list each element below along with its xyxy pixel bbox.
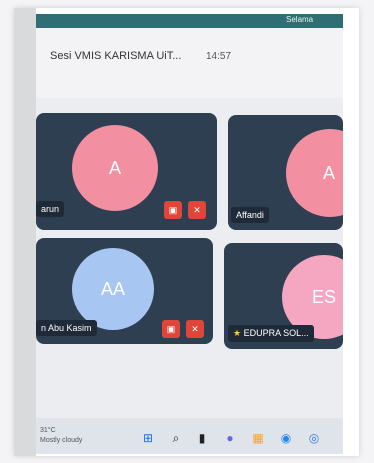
participant-tile[interactable]: A arun ▣ ✕ bbox=[36, 113, 217, 230]
meeting-title: Sesi VMIS KARISMA UiT... bbox=[50, 50, 182, 62]
participant-tile[interactable]: A Affandi bbox=[228, 115, 343, 230]
windows-start-icon[interactable]: ⊞ bbox=[140, 430, 156, 446]
participant-tile[interactable]: ES ★ EDUPRA SOL... bbox=[224, 243, 343, 349]
mic-off-icon[interactable]: ✕ bbox=[186, 320, 204, 338]
avatar-initials: A bbox=[322, 162, 335, 183]
weather-desc: Mostly cloudy bbox=[40, 437, 83, 444]
participant-tile[interactable]: AA n Abu Kasim ▣ ✕ bbox=[36, 238, 213, 344]
camera-off-icon[interactable]: ▣ bbox=[162, 320, 180, 338]
participant-name: Affandi bbox=[231, 207, 269, 223]
participant-name: n Abu Kasim bbox=[36, 320, 97, 336]
mic-off-icon[interactable]: ✕ bbox=[188, 201, 206, 219]
teams-icon[interactable]: ◎ bbox=[306, 430, 322, 446]
monitor-bezel bbox=[14, 8, 36, 456]
participant-name: arun bbox=[36, 201, 65, 217]
status-strip-text: Selama bbox=[286, 15, 314, 24]
top-status-strip: Selama bbox=[36, 14, 343, 28]
participant-name: EDUPRA SOL... bbox=[243, 328, 309, 338]
camera-off-icon[interactable]: ▣ bbox=[164, 201, 182, 219]
edge-icon[interactable]: ◉ bbox=[278, 430, 294, 446]
avatar: A bbox=[72, 125, 158, 211]
avatar-initials: A bbox=[108, 157, 121, 178]
file-explorer-icon[interactable]: ▦ bbox=[250, 430, 266, 446]
screen: Selama Sesi VMIS KARISMA UiT... 14:57 A … bbox=[36, 14, 343, 454]
meeting-header bbox=[36, 28, 343, 98]
chat-icon[interactable]: ● bbox=[222, 430, 238, 446]
avatar-initials: ES bbox=[311, 286, 336, 307]
task-view-icon[interactable]: ▮ bbox=[194, 430, 210, 446]
search-icon[interactable]: ⌕ bbox=[168, 430, 184, 446]
meeting-time: 14:57 bbox=[206, 51, 232, 62]
avatar: AA bbox=[72, 248, 154, 330]
avatar: A bbox=[286, 129, 343, 217]
weather-widget[interactable]: 31°C Mostly cloudy bbox=[40, 426, 82, 446]
avatar-initials: AA bbox=[100, 278, 125, 299]
star-icon: ★ bbox=[233, 328, 242, 338]
weather-temp: 31°C bbox=[40, 427, 56, 434]
participant-name-tag: ★ EDUPRA SOL... bbox=[228, 325, 314, 342]
